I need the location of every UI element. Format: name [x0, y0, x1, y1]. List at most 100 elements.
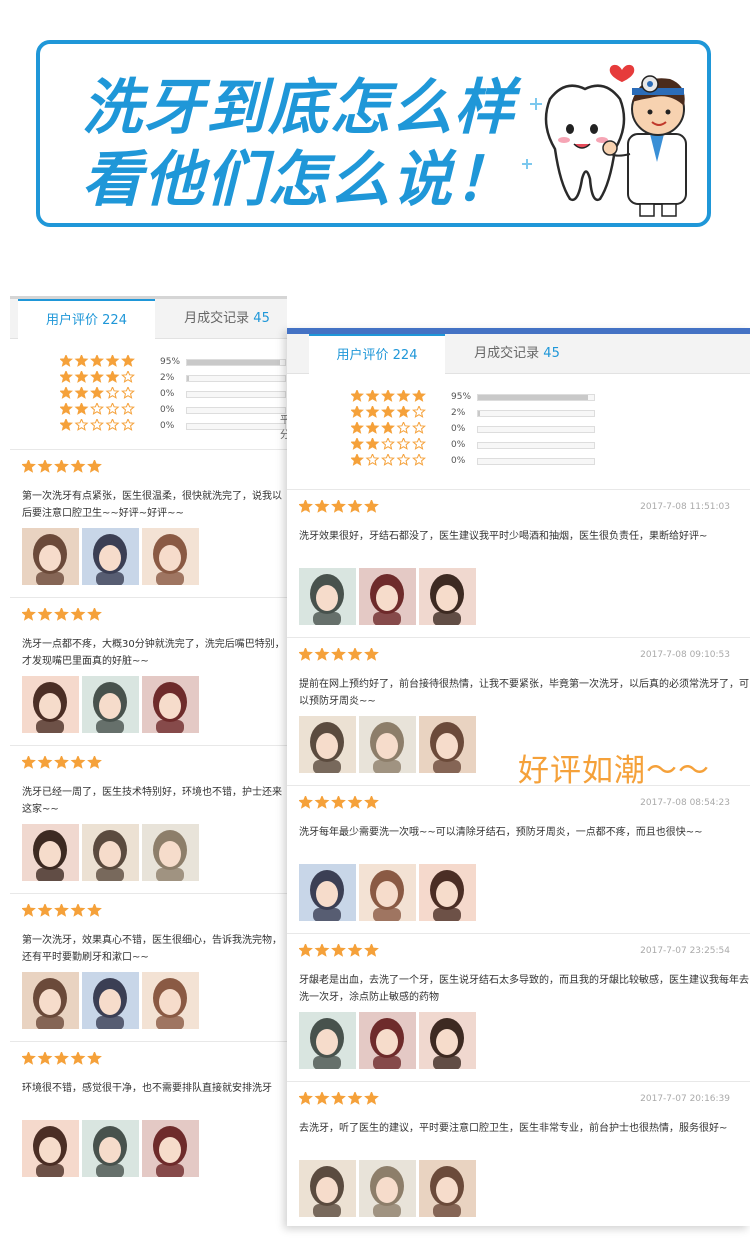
- review-photo[interactable]: [142, 676, 199, 733]
- review-photo[interactable]: [299, 568, 356, 625]
- person-photo-icon: [142, 972, 199, 1029]
- review-photos: [299, 1012, 476, 1069]
- star-icon: [350, 404, 364, 418]
- rating-percent: 0%: [160, 405, 175, 415]
- review-text: 第一次洗牙有点紧张，医生很温柔，很快就洗完了，说我以后要注意口腔卫生~~好评~好…: [22, 491, 282, 519]
- tab-monthly-sales[interactable]: 月成交记录 45: [157, 299, 287, 339]
- review-photo[interactable]: [22, 824, 79, 881]
- person-photo-icon: [359, 1012, 416, 1069]
- star-icon: [331, 498, 346, 513]
- review-text: 洗牙每年最少需要洗一次哦~~可以清除牙结石，预防牙周炎，一点都不疼，而且也很快~…: [299, 827, 703, 838]
- rating-percent: 0%: [451, 456, 466, 466]
- edge-text: 平分: [280, 411, 287, 441]
- star-rating-icon: [298, 942, 379, 957]
- review-text: 去洗牙，听了医生的建议，平时要注意口腔卫生，医生非常专业，前台护士也很热情，服务…: [299, 1123, 728, 1134]
- tab-user-reviews[interactable]: 用户评价 224: [309, 334, 445, 374]
- star-icon: [350, 436, 364, 450]
- star-rating-icon: [350, 436, 426, 450]
- rating-percent: 2%: [160, 373, 175, 383]
- star-icon: [37, 1050, 53, 1065]
- review-photos: [22, 824, 199, 881]
- review-photo[interactable]: [82, 972, 139, 1029]
- star-icon: [365, 452, 380, 466]
- star-icon: [365, 404, 380, 418]
- rating-bar: [477, 441, 595, 449]
- review-photos: [22, 972, 199, 1029]
- tab-monthly-sales[interactable]: 月成交记录 45: [447, 334, 587, 374]
- tab-user-reviews[interactable]: 用户评价 224: [18, 299, 155, 339]
- promo-banner: 洗牙到底怎么样 看他们怎么说！: [36, 40, 711, 227]
- review-photo[interactable]: [82, 528, 139, 585]
- rating-distribution-row: 0%: [350, 420, 595, 436]
- rating-distribution: 95% 2% 0% 0% 0%: [287, 374, 750, 484]
- review-photo[interactable]: [299, 716, 356, 773]
- star-icon: [59, 401, 73, 415]
- review-photo[interactable]: [142, 972, 199, 1029]
- star-icon: [74, 417, 89, 431]
- review-photos: [299, 716, 476, 773]
- review-photo[interactable]: [419, 1012, 476, 1069]
- rating-distribution-row: 0%: [350, 452, 595, 468]
- person-photo-icon: [359, 1160, 416, 1217]
- review-photo[interactable]: [22, 972, 79, 1029]
- review-photo[interactable]: [359, 1012, 416, 1069]
- review-photo[interactable]: [22, 1120, 79, 1177]
- review-item: 2017-7-07 23:25:54 牙龈老是出血，去洗了一个牙，医生说牙结石太多…: [287, 933, 750, 1081]
- review-photo[interactable]: [82, 1120, 139, 1177]
- person-photo-icon: [419, 568, 476, 625]
- review-photo[interactable]: [419, 864, 476, 921]
- review-photo[interactable]: [22, 676, 79, 733]
- review-photo[interactable]: [299, 864, 356, 921]
- star-icon: [37, 902, 53, 917]
- review-photo[interactable]: [419, 1160, 476, 1217]
- star-icon: [381, 388, 395, 402]
- person-photo-icon: [299, 568, 356, 625]
- person-photo-icon: [22, 824, 79, 881]
- star-icon: [87, 754, 102, 769]
- person-photo-icon: [22, 972, 79, 1029]
- rating-percent: 0%: [451, 424, 466, 434]
- star-icon: [87, 458, 102, 473]
- review-photo[interactable]: [359, 864, 416, 921]
- star-rating-icon: [59, 369, 135, 383]
- review-photo[interactable]: [142, 824, 199, 881]
- star-icon: [396, 404, 411, 418]
- star-icon: [74, 369, 89, 383]
- person-photo-icon: [299, 716, 356, 773]
- star-icon: [90, 353, 104, 367]
- review-photo[interactable]: [22, 528, 79, 585]
- review-photo[interactable]: [359, 1160, 416, 1217]
- review-photo[interactable]: [419, 568, 476, 625]
- review-photo[interactable]: [359, 568, 416, 625]
- person-photo-icon: [142, 528, 199, 585]
- review-photo[interactable]: [419, 716, 476, 773]
- star-icon: [381, 404, 395, 418]
- rating-bar-fill: [478, 394, 589, 400]
- review-photo[interactable]: [299, 1012, 356, 1069]
- star-icon: [70, 754, 86, 769]
- star-icon: [54, 606, 69, 621]
- star-icon: [364, 1090, 379, 1105]
- star-icon: [381, 420, 395, 434]
- star-icon: [121, 353, 135, 367]
- star-icon: [314, 646, 330, 661]
- star-icon: [54, 754, 69, 769]
- review-photo[interactable]: [142, 528, 199, 585]
- review-photo[interactable]: [82, 676, 139, 733]
- person-photo-icon: [82, 1120, 139, 1177]
- rating-distribution-row: 0%: [59, 401, 286, 417]
- review-photo[interactable]: [142, 1120, 199, 1177]
- star-icon: [381, 436, 395, 450]
- star-icon: [412, 420, 426, 434]
- person-photo-icon: [299, 864, 356, 921]
- banner-title-line1: 洗牙到底怎么样: [82, 73, 516, 143]
- review-photo[interactable]: [299, 1160, 356, 1217]
- review-panel-back: 用户评价 224 月成交记录 45 95% 2% 0% 0% 0% 第一次洗牙有点紧张，…: [10, 296, 287, 1186]
- rating-bar: [186, 422, 286, 430]
- review-photo[interactable]: [82, 824, 139, 881]
- star-icon: [121, 417, 135, 431]
- star-icon: [59, 353, 73, 367]
- review-photo[interactable]: [359, 716, 416, 773]
- rating-bar: [477, 393, 595, 401]
- star-icon: [331, 646, 346, 661]
